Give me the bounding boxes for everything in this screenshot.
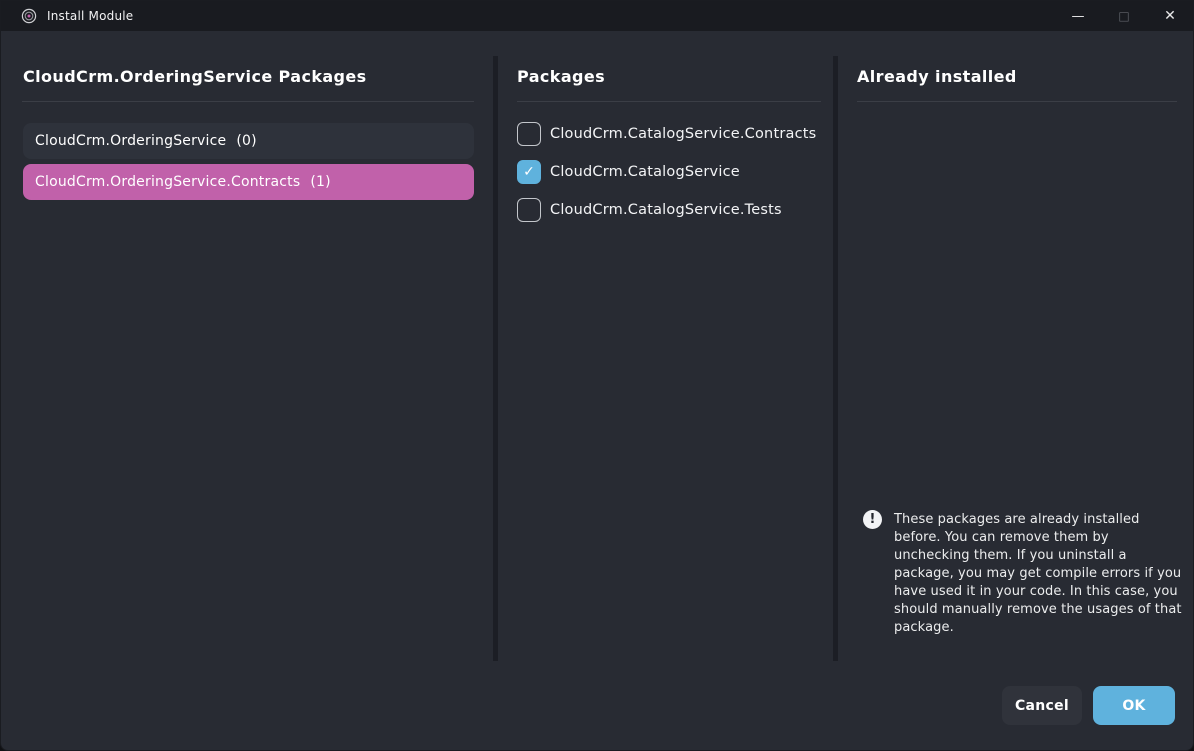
titlebar: Install Module — □ ✕ (1, 1, 1193, 31)
checkbox-checked-icon[interactable]: ✓ (517, 160, 541, 184)
list-item-label: CloudCrm.OrderingService (35, 133, 226, 149)
close-button[interactable]: ✕ (1147, 1, 1193, 31)
packages-header-divider (517, 101, 821, 102)
packages-panel-header: Packages (517, 67, 605, 86)
package-row-catalogservice[interactable]: ✓ CloudCrm.CatalogService (517, 160, 740, 184)
app-logo-icon (21, 8, 37, 24)
column-divider-1 (493, 56, 498, 661)
installed-header-divider (857, 101, 1177, 102)
list-item-count: (0) (236, 133, 256, 149)
package-row-catalogservice-contracts[interactable]: ✓ CloudCrm.CatalogService.Contracts (517, 122, 816, 146)
list-item-orderingservice-contracts[interactable]: CloudCrm.OrderingService.Contracts (1) (23, 164, 474, 200)
checkbox-unchecked-icon[interactable]: ✓ (517, 122, 541, 146)
package-label: CloudCrm.CatalogService.Tests (550, 202, 782, 218)
left-header-divider (22, 101, 474, 102)
window-controls: — □ ✕ (1055, 1, 1193, 31)
installed-panel-header: Already installed (857, 67, 1017, 86)
window-title: Install Module (47, 9, 133, 23)
column-divider-2 (833, 56, 838, 661)
install-module-dialog: Install Module — □ ✕ CloudCrm.OrderingSe… (0, 0, 1194, 751)
package-label: CloudCrm.CatalogService (550, 164, 740, 180)
checkbox-unchecked-icon[interactable]: ✓ (517, 198, 541, 222)
installed-note: These packages are already installed bef… (894, 511, 1183, 637)
maximize-button[interactable]: □ (1101, 1, 1147, 31)
list-item-count: (1) (310, 174, 330, 190)
info-icon: ! (863, 510, 882, 529)
minimize-button[interactable]: — (1055, 1, 1101, 31)
ok-button[interactable]: OK (1093, 686, 1175, 725)
package-label: CloudCrm.CatalogService.Contracts (550, 126, 816, 142)
package-row-catalogservice-tests[interactable]: ✓ CloudCrm.CatalogService.Tests (517, 198, 782, 222)
list-item-label: CloudCrm.OrderingService.Contracts (35, 174, 300, 190)
list-item-orderingservice[interactable]: CloudCrm.OrderingService (0) (23, 123, 474, 159)
left-panel-header: CloudCrm.OrderingService Packages (23, 67, 367, 86)
cancel-button[interactable]: Cancel (1002, 686, 1082, 725)
